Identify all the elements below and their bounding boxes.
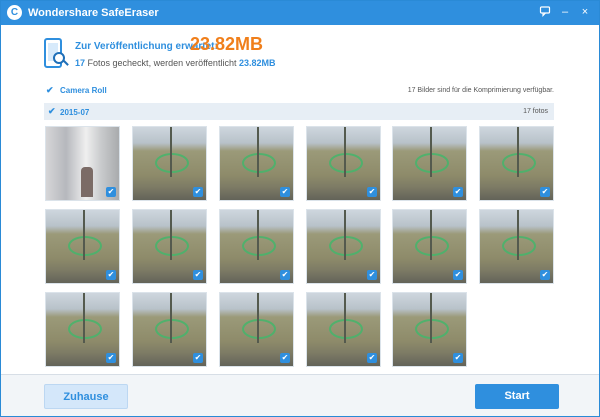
photo-content bbox=[83, 293, 85, 343]
photo-checkbox[interactable]: ✔ bbox=[193, 187, 203, 197]
photo-thumbnail[interactable]: ✔ bbox=[392, 209, 467, 284]
photo-checkbox[interactable]: ✔ bbox=[106, 187, 116, 197]
close-button[interactable]: × bbox=[578, 5, 592, 19]
photo-thumbnail[interactable]: ✔ bbox=[45, 209, 120, 284]
photo-thumbnail[interactable]: ✔ bbox=[219, 292, 294, 367]
photo-checkbox[interactable]: ✔ bbox=[540, 270, 550, 280]
title-bar: C Wondershare SafeEraser – × bbox=[1, 1, 599, 25]
photo-checkbox[interactable]: ✔ bbox=[193, 270, 203, 280]
photo-content bbox=[257, 127, 259, 177]
app-title: Wondershare SafeEraser bbox=[28, 7, 159, 19]
group-name: 2015-07 bbox=[60, 108, 90, 117]
photo-content bbox=[170, 210, 172, 260]
photo-thumbnail[interactable]: ✔ bbox=[306, 292, 381, 367]
photo-thumbnail[interactable]: ✔ bbox=[132, 126, 207, 201]
photo-checkbox[interactable]: ✔ bbox=[106, 270, 116, 280]
photo-checkbox[interactable]: ✔ bbox=[367, 270, 377, 280]
group-count: 17 fotos bbox=[523, 108, 548, 115]
photo-thumbnail[interactable]: ✔ bbox=[306, 126, 381, 201]
photo-checkbox[interactable]: ✔ bbox=[367, 353, 377, 363]
photo-thumbnail[interactable]: ✔ bbox=[306, 209, 381, 284]
photo-count: 17 bbox=[75, 58, 86, 68]
photo-thumbnail[interactable]: ✔ bbox=[219, 209, 294, 284]
phone-search-icon bbox=[44, 38, 69, 68]
photo-checkbox[interactable]: ✔ bbox=[280, 187, 290, 197]
photo-thumbnail[interactable]: ✔ bbox=[479, 126, 554, 201]
footer-bar: Zuhause Start bbox=[1, 374, 599, 416]
album-header: ✔ Camera Roll 17 Bilder sind für die Kom… bbox=[44, 85, 554, 99]
summary-detail-size: 23.82MB bbox=[238, 58, 276, 68]
summary-panel: Zur Veröffentlichung erwartet: 23.82MB 1… bbox=[1, 25, 599, 83]
photo-thumbnail[interactable]: ✔ bbox=[132, 292, 207, 367]
start-button[interactable]: Start bbox=[475, 384, 559, 409]
photo-content bbox=[257, 293, 259, 343]
photo-thumbnail[interactable]: ✔ bbox=[45, 126, 120, 201]
photo-thumbnail[interactable]: ✔ bbox=[132, 209, 207, 284]
photo-content bbox=[344, 210, 346, 260]
photo-content bbox=[170, 293, 172, 343]
photo-checkbox[interactable]: ✔ bbox=[540, 187, 550, 197]
home-button[interactable]: Zuhause bbox=[44, 384, 128, 409]
summary-detail: 17 Fotos gecheckt, werden veröffentlicht… bbox=[75, 58, 276, 68]
photo-checkbox[interactable]: ✔ bbox=[453, 187, 463, 197]
photo-thumbnail[interactable]: ✔ bbox=[392, 292, 467, 367]
group-checkbox[interactable]: ✔ bbox=[48, 106, 56, 117]
summary-detail-text: Fotos gecheckt, werden veröffentlicht bbox=[87, 58, 237, 68]
photo-checkbox[interactable]: ✔ bbox=[453, 353, 463, 363]
album-checkbox[interactable]: ✔ bbox=[46, 85, 54, 96]
photo-content bbox=[83, 210, 85, 260]
photo-content bbox=[430, 293, 432, 343]
photo-thumbnail[interactable]: ✔ bbox=[392, 126, 467, 201]
photo-content bbox=[170, 127, 172, 177]
message-icon[interactable] bbox=[538, 5, 552, 19]
summary-size: 23.82MB bbox=[190, 34, 264, 54]
app-logo-icon: C bbox=[7, 5, 22, 20]
minimize-button[interactable]: – bbox=[558, 5, 572, 19]
photo-content bbox=[517, 210, 519, 260]
album-note: 17 Bilder sind für die Komprimierung ver… bbox=[407, 87, 554, 94]
photo-content bbox=[517, 127, 519, 177]
app-window: C Wondershare SafeEraser – × Zur Veröffe… bbox=[0, 0, 600, 417]
photo-content bbox=[344, 127, 346, 177]
photo-checkbox[interactable]: ✔ bbox=[453, 270, 463, 280]
photo-content bbox=[257, 210, 259, 260]
photo-content bbox=[344, 293, 346, 343]
photo-checkbox[interactable]: ✔ bbox=[280, 353, 290, 363]
photo-checkbox[interactable]: ✔ bbox=[367, 187, 377, 197]
photo-thumbnail[interactable]: ✔ bbox=[219, 126, 294, 201]
album-name: Camera Roll bbox=[60, 86, 107, 95]
photo-content bbox=[430, 127, 432, 177]
photo-thumbnail[interactable]: ✔ bbox=[45, 292, 120, 367]
photo-thumbnail[interactable]: ✔ bbox=[479, 209, 554, 284]
photo-checkbox[interactable]: ✔ bbox=[280, 270, 290, 280]
photo-checkbox[interactable]: ✔ bbox=[106, 353, 116, 363]
date-group-header: ✔ 2015-07 17 fotos bbox=[44, 103, 554, 120]
photo-content bbox=[430, 210, 432, 260]
photo-checkbox[interactable]: ✔ bbox=[193, 353, 203, 363]
